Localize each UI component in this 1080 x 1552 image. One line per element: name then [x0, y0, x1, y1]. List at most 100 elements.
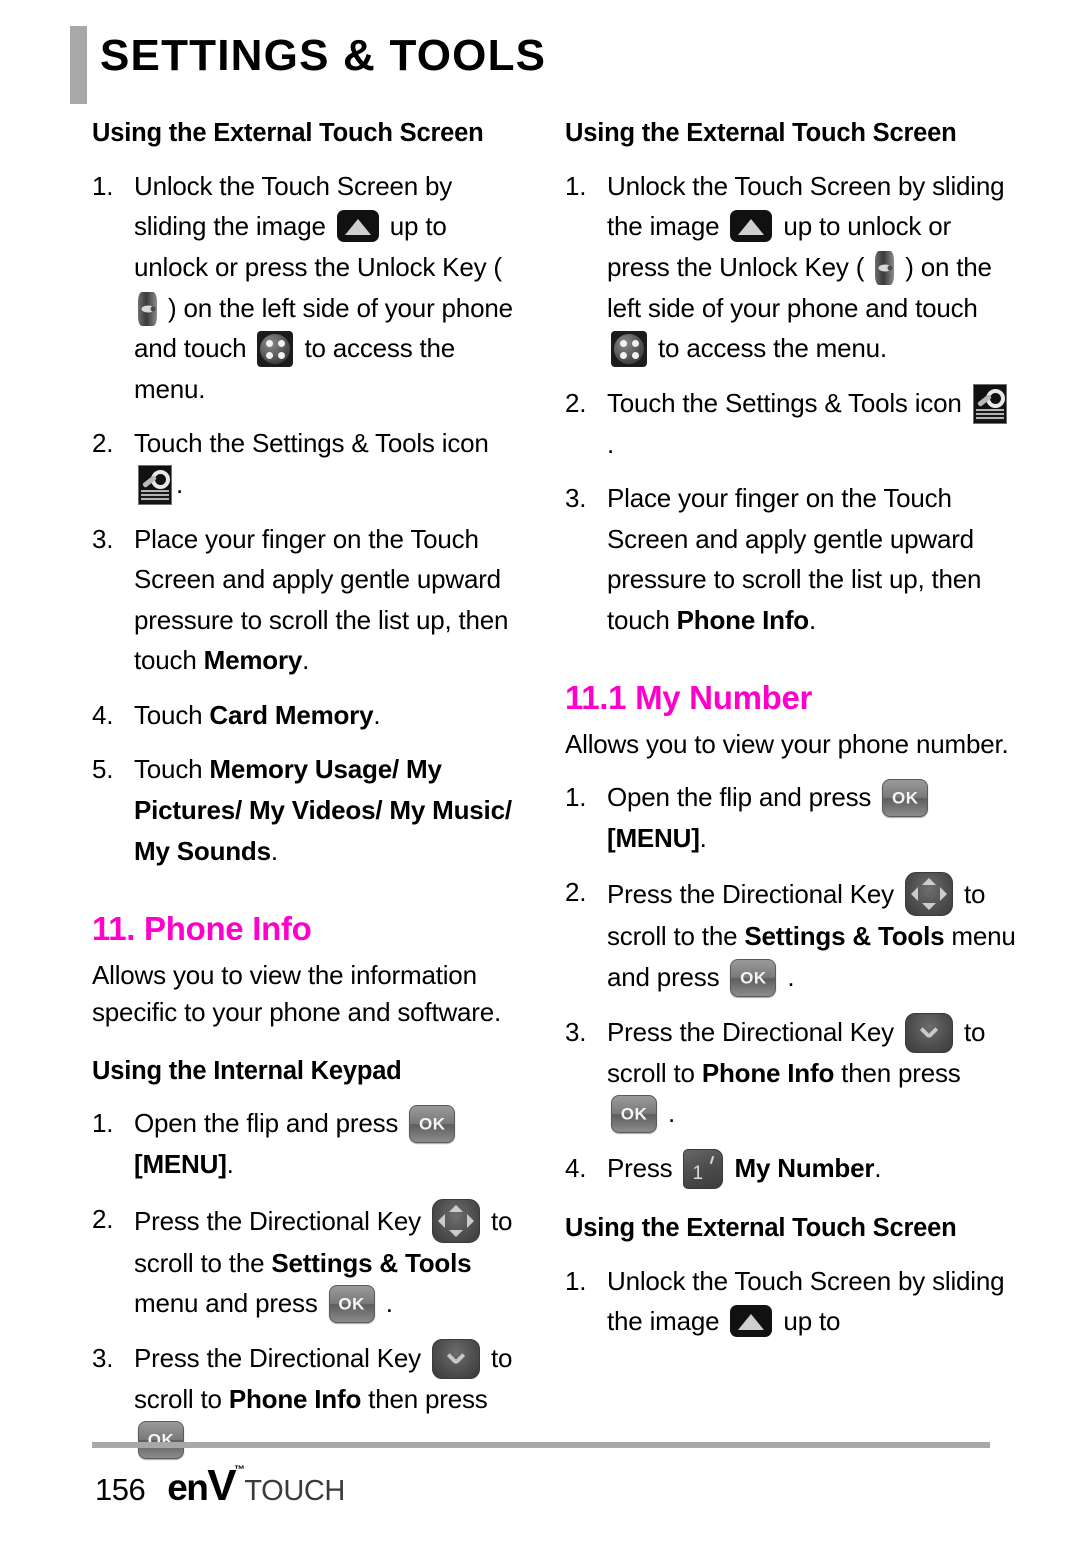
step-number: 1. [92, 1108, 114, 1139]
step-number: 5. [92, 754, 114, 785]
page-footer: 156 enV™ TOUCH [0, 1434, 1080, 1552]
ok-key-icon: OK [328, 1285, 375, 1324]
unlock-image-icon [730, 210, 773, 243]
my-number-steps: 1. Open the flip and press OK [MENU]. 2. Pr… [565, 777, 1017, 1189]
page-title: SETTINGS & TOOLS [100, 31, 547, 80]
brand-touch-text: TOUCH [244, 1475, 345, 1507]
step-text: Touch the Settings & Tools icon [607, 387, 969, 418]
list-item: 4. Press 1 My Number. [565, 1148, 1017, 1189]
list-item: 1. Open the flip and press OK [MENU]. [565, 777, 1017, 858]
directional-down-key-icon [431, 1338, 480, 1379]
step-number: 1. [565, 1265, 587, 1296]
directional-down-key-icon [904, 1012, 953, 1053]
step-number: 2. [565, 387, 587, 418]
list-item: 2. Press the Directional Key to scroll to… [92, 1198, 524, 1324]
list-item: 4. Touch Card Memory. [92, 695, 524, 736]
right-external-touch-screen-steps: 1. Unlock the Touch Screen by sliding the… [565, 166, 1017, 640]
step-number: 3. [92, 523, 114, 554]
directional-key-icon [904, 872, 953, 917]
ok-key-icon: OK [730, 959, 777, 998]
emphasis-text: Phone Info [701, 1057, 835, 1088]
menu-grid-icon [611, 331, 647, 368]
left-external-touch-screen-steps: 1. Unlock the Touch Screen by sliding the… [92, 166, 524, 871]
list-item: 2. Touch the Settings & Tools icon . [92, 423, 524, 505]
key-1-icon: 1 [683, 1148, 724, 1189]
list-item: 1. Unlock the Touch Screen by sliding the… [92, 166, 524, 409]
step-text: . [607, 428, 615, 459]
step-number: 3. [565, 1016, 587, 1047]
settings-tools-icon [972, 383, 1007, 424]
brand-logo: enV™ TOUCH [167, 1464, 345, 1508]
heading-my-number: 11.1 My Number [565, 679, 813, 717]
step-text: Touch the Settings & Tools icon [134, 428, 489, 459]
step-text: Press the Directional Key [607, 879, 901, 910]
step-number: 1. [565, 782, 587, 813]
list-item: 2. Touch the Settings & Tools icon . [565, 383, 1017, 465]
left-internal-keypad-steps: 1. Open the flip and press OK [MENU]. 2. Pr… [92, 1103, 524, 1460]
right-bottom-touch-screen-steps: 1. Unlock the Touch Screen by sliding the… [565, 1261, 1017, 1342]
left-column: Using the External Touch Screen 1. Unlock… [92, 118, 524, 1474]
list-item: 3. Press the Directional Key to scroll to… [565, 1012, 1017, 1134]
step-text: . [373, 699, 381, 730]
phone-info-description: Allows you to view the information speci… [92, 959, 502, 1028]
step-text: Touch [134, 699, 210, 730]
step-text: Press [607, 1152, 680, 1183]
step-text: Press the Directional Key [134, 1205, 428, 1236]
step-text: to access the menu. [651, 333, 887, 364]
step-number: 2. [92, 1203, 114, 1234]
step-text: Touch [134, 754, 210, 785]
step-number: 3. [92, 1342, 114, 1373]
step-text: menu and press [134, 1288, 325, 1319]
step-text [727, 1153, 734, 1183]
step-number: 3. [565, 483, 587, 514]
emphasis-text: Settings & Tools [271, 1247, 472, 1278]
menu-grid-icon [257, 331, 294, 368]
heading-phone-info: 11. Phone Info [92, 910, 312, 948]
step-text: up to [776, 1306, 841, 1337]
list-item: 3. Place your finger on the Touch Screen … [565, 478, 1017, 640]
list-item: 5. Touch Memory Usage/ My Pictures/ My Vi… [92, 749, 524, 871]
step-text: . [699, 822, 707, 853]
footer-content: 156 enV™ TOUCH [95, 1464, 345, 1508]
step-number: 1. [92, 170, 114, 201]
step-number: 1. [565, 170, 587, 201]
step-text: . [226, 1148, 234, 1179]
emphasis-text: Memory [203, 645, 303, 676]
step-text: Open the flip and press [134, 1108, 406, 1139]
step-number: 4. [565, 1152, 587, 1183]
unlock-image-icon [336, 210, 379, 243]
brand-env: enV™ [167, 1461, 245, 1510]
ok-key-icon: OK [882, 779, 929, 818]
emphasis-text: [MENU] [134, 1148, 227, 1179]
step-text: . [874, 1152, 882, 1183]
heading-using-external-touch-screen: Using the External Touch Screen [92, 119, 484, 147]
heading-using-external-touch-screen-bottom: Using the External Touch Screen [565, 1213, 957, 1242]
step-text: . [378, 1288, 393, 1319]
ok-key-icon: OK [611, 1095, 657, 1134]
footer-divider [92, 1442, 990, 1448]
step-number: 2. [565, 877, 587, 908]
step-text: then press [834, 1057, 961, 1088]
step-text: . [270, 835, 278, 866]
brand-trademark: ™ [233, 1463, 245, 1476]
brand-env-text: en [167, 1467, 209, 1508]
step-text: Press the Directional Key [134, 1342, 428, 1373]
my-number-description: Allows you to view your phone number. [565, 728, 1009, 759]
directional-key-icon [431, 1198, 480, 1243]
emphasis-text: Card Memory [209, 699, 374, 730]
list-item: 1. Unlock the Touch Screen by sliding the… [565, 166, 1017, 369]
step-number: 2. [92, 428, 114, 459]
list-item: 1. Unlock the Touch Screen by sliding the… [565, 1261, 1017, 1342]
emphasis-text: [MENU] [607, 822, 700, 853]
page-number: 156 [95, 1472, 146, 1507]
step-text: . [176, 468, 184, 499]
right-column: Using the External Touch Screen 1. Unlock… [565, 118, 1017, 1356]
step-text: then press [361, 1383, 488, 1414]
list-item: 3. Place your finger on the Touch Screen … [92, 519, 524, 681]
step-text: . [780, 962, 795, 993]
brand-v-text: V [207, 1461, 236, 1510]
header-accent-bar [70, 26, 87, 104]
